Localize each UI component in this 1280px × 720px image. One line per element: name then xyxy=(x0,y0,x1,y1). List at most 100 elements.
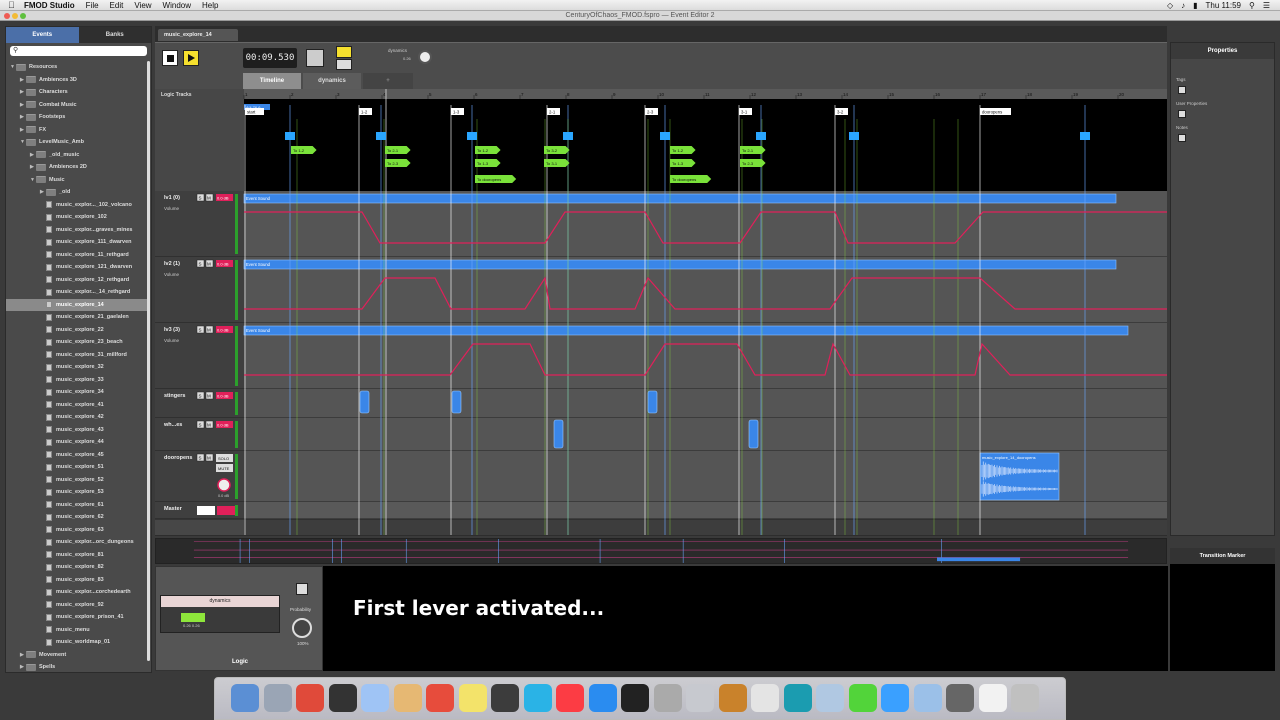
event-sound-clip[interactable] xyxy=(243,193,1117,204)
time-display[interactable]: 00:09.530 xyxy=(243,48,297,68)
tree-folder[interactable]: ▶ Ambiences 3D xyxy=(6,74,147,87)
tree-folder[interactable]: ▶ Spells xyxy=(6,661,147,671)
notes-icon[interactable] xyxy=(393,684,422,712)
tab-events[interactable]: Events xyxy=(6,27,79,43)
terminal-icon[interactable] xyxy=(621,684,649,712)
tree-event[interactable]: music_explore_22 xyxy=(6,324,147,337)
region-handle[interactable] xyxy=(285,132,295,140)
mirror-icon[interactable] xyxy=(751,684,779,712)
tree-folder[interactable]: ▶ _old_music xyxy=(6,149,147,162)
tree-event[interactable]: music_explore_62 xyxy=(6,511,147,524)
document-icon[interactable] xyxy=(978,684,1007,712)
photo-icon[interactable] xyxy=(946,684,974,712)
track-lane[interactable] xyxy=(244,418,1167,451)
stinger-clip[interactable] xyxy=(359,390,370,414)
magnifier-icon[interactable] xyxy=(816,684,844,712)
menu-edit[interactable]: Edit xyxy=(110,1,124,10)
tags-icon[interactable] xyxy=(1178,86,1186,94)
menu-help[interactable]: Help xyxy=(202,1,218,10)
tree-event[interactable]: music_explore_44 xyxy=(6,436,147,449)
region-handle[interactable] xyxy=(1080,132,1090,140)
calendar-icon[interactable] xyxy=(426,684,454,712)
stickies-icon[interactable] xyxy=(458,684,487,712)
tree-event[interactable]: music_explore_32 xyxy=(6,361,147,374)
track-lane[interactable] xyxy=(244,502,1167,519)
track-lane[interactable] xyxy=(244,389,1167,418)
tree-event[interactable]: music_explore_52 xyxy=(6,474,147,487)
track-name[interactable]: dooropens xyxy=(164,455,192,461)
notes-icon[interactable] xyxy=(1178,134,1186,142)
tree-folder[interactable]: ▶ Combat Music xyxy=(6,99,147,112)
event-sound-clip[interactable] xyxy=(243,325,1129,336)
tree-folder[interactable]: ▶ Ambiences 2D xyxy=(6,161,147,174)
tree-folder[interactable]: ▶ FX xyxy=(6,124,147,137)
tree-event[interactable]: music_explore_42 xyxy=(6,411,147,424)
tree-event[interactable]: music_explor...orc_dungeons xyxy=(6,536,147,549)
xcode-icon[interactable] xyxy=(686,684,714,712)
tree-event[interactable]: music_explore_111_dwarven xyxy=(6,236,147,249)
track-name[interactable]: Master xyxy=(164,506,183,512)
launchpad-icon[interactable] xyxy=(263,684,292,712)
browser-scrollbar[interactable] xyxy=(147,61,150,661)
tree-folder[interactable]: ▼ Resources xyxy=(6,61,147,74)
track-6[interactable]: Master xyxy=(155,502,1167,520)
stop-button[interactable] xyxy=(162,50,178,66)
minimize-icon[interactable] xyxy=(12,13,18,19)
tree-event[interactable]: music_explore_121_dwarven xyxy=(6,261,147,274)
potion-icon[interactable] xyxy=(848,684,877,712)
wifi-icon[interactable]: ◇ xyxy=(1167,1,1173,10)
dynamics-condition[interactable]: dynamics 0.26 0.26 xyxy=(160,595,280,633)
fmod-icon[interactable] xyxy=(783,684,812,712)
skype-icon[interactable] xyxy=(523,684,552,712)
tree-event[interactable]: music_explore_102 xyxy=(6,211,147,224)
apple-icon[interactable]:  xyxy=(8,0,18,10)
track-3[interactable]: stingers S M 0.0 dB xyxy=(155,389,1167,419)
audacity-icon[interactable] xyxy=(718,684,747,712)
tree-event[interactable]: music_explore_92 xyxy=(6,599,147,612)
loop-button[interactable] xyxy=(336,46,352,58)
tree-event[interactable]: music_explore_12_rethgard xyxy=(6,274,147,287)
whistle-clip[interactable] xyxy=(748,419,759,449)
tab-banks[interactable]: Banks xyxy=(79,27,152,43)
tree-folder[interactable]: ▶ Movement xyxy=(6,649,147,662)
zoom-icon[interactable] xyxy=(20,13,26,19)
region-handle[interactable] xyxy=(563,132,573,140)
tree-folder[interactable]: ▼ LevelMusic_Amb xyxy=(6,136,147,149)
track-volume-knob[interactable] xyxy=(217,478,231,492)
timeline[interactable]: Logic Tracks 1 2 3 4 5 6 7 8 9 10 11 12 13 14 15 16 17 18… xyxy=(155,89,1167,535)
track-4[interactable]: wh...es S M 0.0 dB xyxy=(155,418,1167,452)
volume-icon[interactable]: ♪ xyxy=(1181,1,1185,10)
time-format-button[interactable] xyxy=(306,49,324,67)
menu-app[interactable]: FMOD Studio xyxy=(24,1,75,10)
tree-event[interactable]: music_explor..._14_rethgard xyxy=(6,286,147,299)
region-handle[interactable] xyxy=(467,132,477,140)
finder-icon[interactable] xyxy=(231,684,259,712)
close-icon[interactable] xyxy=(4,13,10,19)
tab-dynamics[interactable]: dynamics xyxy=(303,73,361,89)
play-button[interactable] xyxy=(183,50,199,66)
track-1[interactable]: lv2 (1) S M 0.0 dB Event Sound Volume xyxy=(155,257,1167,324)
menu-window[interactable]: Window xyxy=(163,1,191,10)
track-name[interactable]: lv3 (3) xyxy=(164,327,180,333)
spotlight-icon[interactable]: ⚲ xyxy=(1249,1,1255,10)
add-parameter-tab[interactable]: + xyxy=(363,73,413,89)
track-5[interactable]: dooropens S M SOLO MUTE 0.0 dB music_explore_1… xyxy=(155,451,1167,503)
track-2[interactable]: lv3 (3) S M 0.0 dB Event Sound Volume xyxy=(155,323,1167,390)
scanner-icon[interactable] xyxy=(913,684,942,712)
clock[interactable]: Thu 11:59 xyxy=(1206,1,1241,10)
tree-event[interactable]: music_explore_21_gaelalen xyxy=(6,311,147,324)
track-0[interactable]: lv1 (0) S M 0.0 dB Event Sound Volume xyxy=(155,191,1167,258)
region-handle[interactable] xyxy=(376,132,386,140)
tree-event[interactable]: music_explore_31_millford xyxy=(6,349,147,362)
tree-event[interactable]: music_explore_33 xyxy=(6,374,147,387)
condition-range[interactable] xyxy=(181,613,205,622)
track-name[interactable]: lv1 (0) xyxy=(164,195,180,201)
dice-icon[interactable] xyxy=(296,583,308,595)
preview-icon[interactable] xyxy=(361,684,389,712)
tree-event[interactable]: music_explore_61 xyxy=(6,499,147,512)
itunes-icon[interactable] xyxy=(556,684,584,712)
system-preferences-icon[interactable] xyxy=(653,684,682,712)
menu-view[interactable]: View xyxy=(134,1,151,10)
safari-icon[interactable] xyxy=(881,684,909,712)
pause-button[interactable] xyxy=(336,59,352,70)
